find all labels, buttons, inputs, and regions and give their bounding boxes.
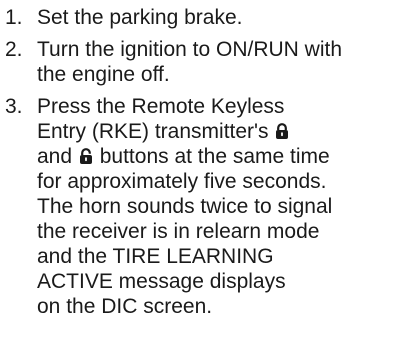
step-text: Turn the ignition to ON/RUN with the eng… [37,38,343,86]
step-item: 3. Press the Remote Keyless Entry (RKE) … [0,94,402,319]
step-text: Set the parking brake. [37,6,243,29]
step-number: 1. [5,6,23,29]
step-text-middle: and [37,145,73,168]
step-number: 2. [5,38,23,61]
unlock-icon [79,148,93,165]
step-item: 2. Turn the ignition to ON/RUN with the … [0,37,402,87]
instruction-steps: 1. Set the parking brake. 2. Turn the ig… [0,0,402,319]
step-text-before-lock: Press the Remote Keyless Entry (RKE) tra… [37,95,285,143]
step-text-after-unlock: buttons at the same time for approximate… [37,145,333,318]
lock-icon [275,123,289,140]
step-text: Press the Remote Keyless Entry (RKE) tra… [37,94,402,319]
step-number: 3. [5,95,23,118]
step-item: 1. Set the parking brake. [0,5,402,30]
